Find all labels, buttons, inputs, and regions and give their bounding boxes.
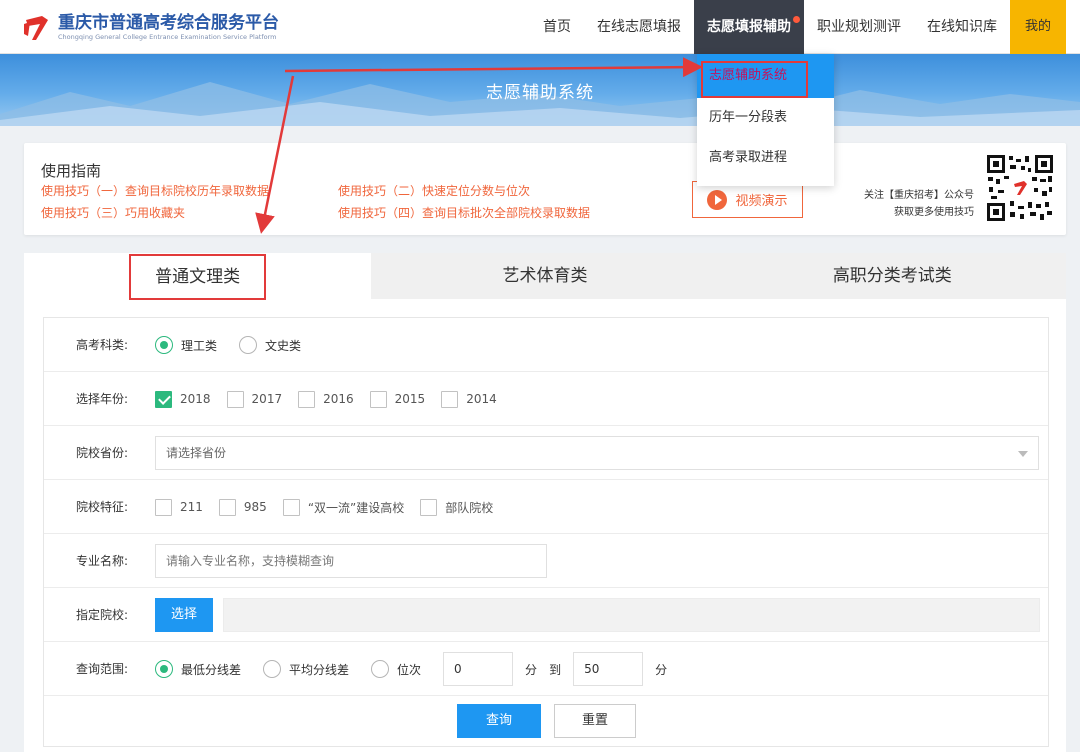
nav-mine[interactable]: 我的 xyxy=(1010,0,1066,54)
guide-tip-2[interactable]: 使用技巧（二）快速定位分数与位次 xyxy=(338,182,530,199)
guide-tip-1[interactable]: 使用技巧（一）查询目标院校历年录取数据 xyxy=(41,182,269,199)
radio-science[interactable] xyxy=(155,336,173,354)
site-subtitle: Chongqing General College Entrance Exami… xyxy=(58,33,277,41)
guide-tip-3[interactable]: 使用技巧（三）巧用收藏夹 xyxy=(41,204,185,221)
checkbox-985-label: 985 xyxy=(243,500,267,514)
radio-rank-label: 位次 xyxy=(397,662,422,677)
radio-liberal-arts-label: 文史类 xyxy=(265,338,302,353)
guide-title: 使用指南 xyxy=(41,162,102,180)
form-row-major: 专业名称: 请输入专业名称，支持模糊查询 xyxy=(44,534,1048,588)
checkbox-211-label: 211 xyxy=(180,500,203,514)
range-from-unit: 分 xyxy=(525,662,538,677)
select-school-button[interactable]: 选择 xyxy=(155,598,213,632)
range-to-input[interactable]: 50 xyxy=(573,652,644,686)
qr-code-icon xyxy=(986,154,1054,222)
checkbox-year-2016[interactable] xyxy=(298,390,316,408)
follow-line-2: 获取更多使用技巧 xyxy=(894,207,974,218)
selected-school-field xyxy=(223,598,1040,632)
checkbox-year-2018-label: 2018 xyxy=(180,392,211,406)
radio-avg-score-diff[interactable] xyxy=(263,660,282,678)
subject-label: 高考科类: xyxy=(76,338,129,352)
nav-application-assist[interactable]: 志愿填报辅助 xyxy=(694,0,804,54)
radio-min-score-diff[interactable] xyxy=(155,660,173,678)
checkbox-double-first-class[interactable] xyxy=(282,498,300,516)
nav-knowledge-base[interactable]: 在线知识库 xyxy=(914,0,1010,54)
major-input[interactable]: 请输入专业名称，支持模糊查询 xyxy=(155,544,547,578)
nav-career-assessment[interactable]: 职业规划测评 xyxy=(804,0,914,54)
form-row-feature: 院校特征: 211 985 “双一流”建设高校 部队院校 xyxy=(44,480,1048,534)
logo-icon xyxy=(24,16,48,40)
form-row-year: 选择年份: 2018 2017 2016 2015 2014 xyxy=(44,372,1048,426)
radio-avg-score-diff-label: 平均分线差 xyxy=(289,662,350,677)
page-banner: 志愿辅助系统 xyxy=(0,54,1080,126)
reset-button[interactable]: 重置 xyxy=(554,704,636,738)
tab-general-label: 普通文理类 xyxy=(129,254,267,300)
play-icon xyxy=(707,189,728,210)
radio-rank[interactable] xyxy=(371,660,390,678)
province-label: 院校省份: xyxy=(76,446,129,460)
school-label: 指定院校: xyxy=(76,608,129,622)
checkbox-year-2016-label: 2016 xyxy=(323,392,354,406)
checkbox-year-2018[interactable] xyxy=(155,390,172,408)
tab-general[interactable]: 普通文理类 xyxy=(24,253,372,300)
nav-online-application[interactable]: 在线志愿填报 xyxy=(584,0,694,54)
guide-tip-4[interactable]: 使用技巧（四）查询目标批次全部院校录取数据 xyxy=(338,204,590,221)
follow-text: 关注【重庆招考】公众号 获取更多使用技巧 xyxy=(864,187,974,221)
video-demo-button[interactable]: 视频演示 xyxy=(692,181,803,218)
checkbox-double-first-class-label: “双一流”建设高校 xyxy=(307,500,405,515)
range-to-unit: 分 xyxy=(655,662,668,677)
query-button[interactable]: 查询 xyxy=(457,704,541,738)
nav-application-assist-label: 志愿填报辅助 xyxy=(707,19,791,35)
checkbox-year-2015-label: 2015 xyxy=(394,392,426,406)
radio-min-score-diff-label: 最低分线差 xyxy=(181,662,242,677)
video-demo-label: 视频演示 xyxy=(735,194,788,209)
checkbox-year-2014-label: 2014 xyxy=(466,392,497,406)
tab-vocational[interactable]: 高职分类考试类 xyxy=(719,253,1066,299)
site-logo[interactable]: 重庆市普通高考综合服务平台 Chongqing General College … xyxy=(22,14,279,42)
checkbox-year-2017[interactable] xyxy=(226,390,244,408)
radio-liberal-arts[interactable] xyxy=(239,336,258,354)
checkbox-year-2017-label: 2017 xyxy=(251,392,283,406)
range-to-label: 到 xyxy=(549,662,562,677)
feature-label: 院校特征: xyxy=(76,500,129,514)
range-label: 查询范围: xyxy=(76,662,129,676)
form-row-province: 院校省份: 请选择省份 xyxy=(44,426,1048,480)
form-row-subject: 高考科类: 理工类 文史类 xyxy=(44,318,1048,372)
checkbox-year-2014[interactable] xyxy=(441,390,459,408)
top-header: 重庆市普通高考综合服务平台 Chongqing General College … xyxy=(0,0,1080,54)
checkbox-985[interactable] xyxy=(218,498,236,516)
category-tabs: 普通文理类 艺术体育类 高职分类考试类 xyxy=(24,253,1066,300)
nav-home[interactable]: 首页 xyxy=(530,0,584,54)
year-label: 选择年份: xyxy=(76,392,129,406)
usage-guide-card: 使用指南 使用技巧（一）查询目标院校历年录取数据 使用技巧（二）快速定位分数与位… xyxy=(24,143,1066,235)
banner-title: 志愿辅助系统 xyxy=(486,83,594,103)
chevron-down-icon xyxy=(1018,451,1028,457)
form-row-range: 查询范围: 最低分线差 平均分线差 位次 0 分 到 50 分 xyxy=(44,642,1048,696)
range-from-input[interactable]: 0 xyxy=(443,652,514,686)
checkbox-211[interactable] xyxy=(155,498,172,516)
menu-item-admission-progress[interactable]: 高考录取进程 xyxy=(697,138,834,178)
tab-arts-sports[interactable]: 艺术体育类 xyxy=(371,253,718,299)
checkbox-year-2015[interactable] xyxy=(369,390,387,408)
radio-science-label: 理工类 xyxy=(181,338,218,353)
province-placeholder: 请选择省份 xyxy=(166,446,227,460)
menu-item-assist-system[interactable]: 志愿辅助系统 xyxy=(697,54,834,98)
province-select[interactable]: 请选择省份 xyxy=(155,436,1039,470)
query-main-card: 普通文理类 艺术体育类 高职分类考试类 高考科类: 理工类 文史类 选择年份: … xyxy=(24,253,1066,752)
follow-line-1: 关注【重庆招考】公众号 xyxy=(864,190,974,201)
main-nav: 首页 在线志愿填报 志愿填报辅助 职业规划测评 在线知识库 我的 xyxy=(530,0,1066,54)
form-row-school: 指定院校: 选择 xyxy=(44,588,1048,642)
menu-item-score-table[interactable]: 历年一分段表 xyxy=(697,98,834,138)
site-title: 重庆市普通高考综合服务平台 xyxy=(58,13,279,33)
major-label: 专业名称: xyxy=(76,554,129,568)
checkbox-military-label: 部队院校 xyxy=(445,500,494,515)
checkbox-military[interactable] xyxy=(420,498,438,516)
assist-dropdown-menu: 志愿辅助系统 历年一分段表 高考录取进程 xyxy=(697,54,834,186)
query-form: 高考科类: 理工类 文史类 选择年份: 2018 2017 2016 2015 xyxy=(43,317,1049,747)
notification-dot xyxy=(793,16,800,23)
